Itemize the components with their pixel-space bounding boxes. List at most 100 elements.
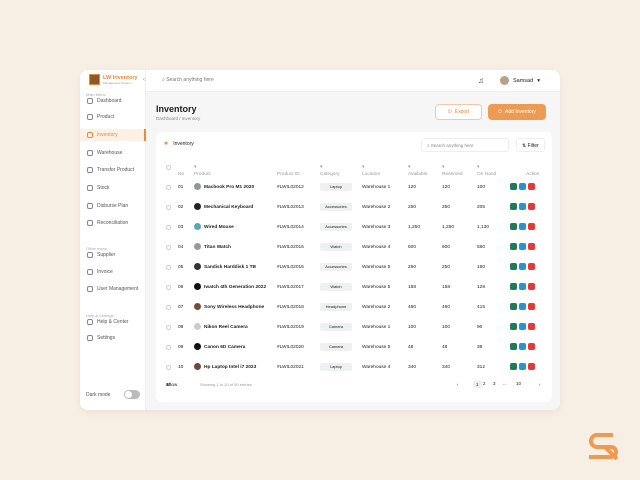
- row-checkbox[interactable]: [166, 205, 171, 210]
- view-icon[interactable]: [510, 263, 517, 270]
- row-checkbox[interactable]: [166, 265, 171, 270]
- sidebar-item-settings[interactable]: Settings: [80, 332, 146, 344]
- view-icon[interactable]: [510, 243, 517, 250]
- sidebar-item-dashboard[interactable]: Dashboard: [80, 95, 146, 107]
- product-name[interactable]: Titan Watch: [204, 245, 231, 250]
- view-icon[interactable]: [510, 323, 517, 330]
- delete-icon[interactable]: [528, 363, 535, 370]
- category-badge: Accessories: [320, 223, 352, 231]
- column-header[interactable]: On Hand ▾: [477, 165, 496, 177]
- row-checkbox[interactable]: [166, 325, 171, 330]
- delete-icon[interactable]: [528, 223, 535, 230]
- row-checkbox[interactable]: [166, 365, 171, 370]
- row-checkbox[interactable]: [166, 185, 171, 190]
- page-button[interactable]: 10: [516, 381, 521, 386]
- sidebar-item-help-center[interactable]: Help & Center: [80, 316, 146, 328]
- row-actions: [510, 323, 535, 330]
- sidebar-item-inventory[interactable]: Inventory: [80, 129, 146, 141]
- view-icon[interactable]: [510, 183, 517, 190]
- select-all-checkbox[interactable]: [166, 165, 171, 170]
- prev-page-button[interactable]: ‹: [457, 382, 459, 387]
- product-name[interactable]: Macbook Pro M1 2020: [204, 185, 254, 190]
- view-icon[interactable]: [510, 343, 517, 350]
- edit-icon[interactable]: [519, 203, 526, 210]
- page-size-select[interactable]: Show 10 ˄: [166, 382, 177, 387]
- dark-mode-toggle[interactable]: [124, 390, 140, 399]
- view-icon[interactable]: [510, 283, 517, 290]
- sidebar-item-stock[interactable]: Stock: [80, 182, 146, 194]
- filter-button[interactable]: ⇅ Filter: [516, 138, 545, 152]
- sidebar-item-transfer-product[interactable]: Transfer Product: [80, 164, 146, 176]
- page-button[interactable]: 1: [473, 381, 482, 388]
- edit-icon[interactable]: [519, 243, 526, 250]
- sidebar-item-invoice[interactable]: Invoice: [80, 266, 146, 278]
- sidebar-item-user-management[interactable]: User Management: [80, 283, 146, 295]
- view-icon[interactable]: [510, 203, 517, 210]
- table-search-input[interactable]: ⌕ Search anything here: [421, 138, 509, 152]
- delete-icon[interactable]: [528, 343, 535, 350]
- column-header[interactable]: Category ▾: [320, 165, 339, 177]
- sidebar-item-label: Reconciliation: [97, 220, 129, 226]
- edit-icon[interactable]: [519, 303, 526, 310]
- product-name[interactable]: Nikon Reel Camera: [204, 325, 248, 330]
- user-menu[interactable]: Samsad ▾: [500, 76, 540, 85]
- delete-icon[interactable]: [528, 303, 535, 310]
- collapse-sidebar-icon[interactable]: ‹: [143, 77, 145, 83]
- table-row: 04 Titan Watch #LWIL02015 Watch Warehouse 4 6…: [156, 238, 552, 258]
- dark-mode-label: Dark mode: [86, 392, 111, 398]
- edit-icon[interactable]: [519, 263, 526, 270]
- column-header[interactable]: Available ▾: [408, 165, 427, 177]
- product-name[interactable]: Hp Laptop Intel i7 2023: [204, 365, 256, 370]
- sidebar-item-disburse-plan[interactable]: Disburse Plan: [80, 200, 146, 212]
- category-badge: Watch: [320, 283, 352, 291]
- product-name[interactable]: Canon 6D Camera: [204, 345, 245, 350]
- row-checkbox[interactable]: [166, 225, 171, 230]
- sidebar-item-supplier[interactable]: Supplier: [80, 249, 146, 261]
- sidebar-item-product[interactable]: Product: [80, 111, 146, 123]
- column-header[interactable]: Location ▾: [362, 165, 380, 177]
- page-button[interactable]: 2: [483, 381, 486, 386]
- edit-icon[interactable]: [519, 223, 526, 230]
- delete-icon[interactable]: [528, 203, 535, 210]
- delete-icon[interactable]: [528, 283, 535, 290]
- delete-icon[interactable]: [528, 183, 535, 190]
- view-icon[interactable]: [510, 363, 517, 370]
- edit-icon[interactable]: [519, 183, 526, 190]
- edit-icon[interactable]: [519, 323, 526, 330]
- page-button[interactable]: ...: [503, 381, 507, 386]
- column-header[interactable]: Reserved ▾: [442, 165, 463, 177]
- cell-available: 48: [408, 345, 414, 350]
- sidebar-item-warehouse[interactable]: Warehouse: [80, 147, 146, 159]
- table-header: No Product ▾ Product ID Category ▾ Location …: [156, 158, 552, 178]
- column-header[interactable]: Product ▾: [194, 165, 211, 177]
- product-name[interactable]: Sandisk Harddisk 1 TB: [204, 265, 256, 270]
- delete-icon[interactable]: [528, 323, 535, 330]
- edit-icon[interactable]: [519, 283, 526, 290]
- product-name[interactable]: Mechanical Keyboard: [204, 205, 253, 210]
- user-name: Samsad: [513, 77, 534, 84]
- next-page-button[interactable]: ›: [539, 382, 541, 387]
- edit-icon[interactable]: [519, 363, 526, 370]
- export-button[interactable]: ⏻ Export: [435, 104, 482, 120]
- page-button[interactable]: 3: [493, 381, 496, 386]
- delete-icon[interactable]: [528, 263, 535, 270]
- row-checkbox[interactable]: [166, 345, 171, 350]
- edit-icon[interactable]: [519, 343, 526, 350]
- sidebar-item-reconciliation[interactable]: Reconciliation: [80, 217, 146, 229]
- row-checkbox[interactable]: [166, 245, 171, 250]
- global-search-input[interactable]: ⌕ Search anything here: [162, 77, 214, 83]
- product-name[interactable]: Wired Mouse: [204, 225, 234, 230]
- cell-available: 250: [408, 265, 417, 270]
- row-number: 07: [178, 305, 184, 310]
- delete-icon[interactable]: [528, 243, 535, 250]
- breadcrumb[interactable]: Dashboard / Inventory: [156, 116, 200, 121]
- product-name[interactable]: Iwatch 4th Generation 2022: [204, 285, 266, 290]
- row-checkbox[interactable]: [166, 285, 171, 290]
- view-icon[interactable]: [510, 303, 517, 310]
- cell-on-hand: 100: [477, 185, 486, 190]
- row-checkbox[interactable]: [166, 305, 171, 310]
- add-inventory-button[interactable]: ⏻ Add Inventory: [488, 104, 546, 120]
- product-name[interactable]: Sony Wireless Headphone: [204, 305, 264, 310]
- view-icon[interactable]: [510, 223, 517, 230]
- bell-icon[interactable]: ♫: [478, 76, 484, 85]
